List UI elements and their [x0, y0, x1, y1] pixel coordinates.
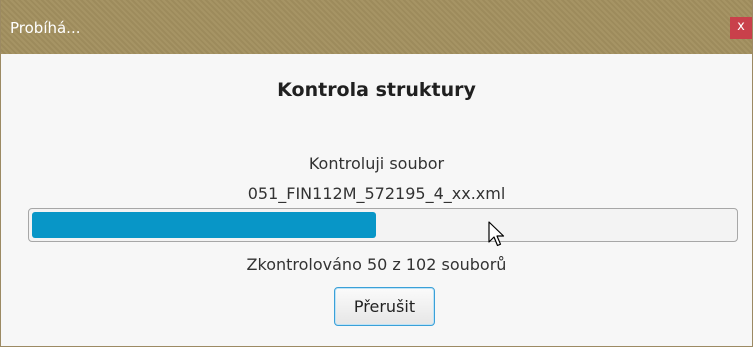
- close-button[interactable]: x: [730, 17, 752, 39]
- progress-dialog-window: Probíhá... x Kontrola struktury Kontrolu…: [0, 0, 753, 347]
- progress-fill: [32, 212, 376, 238]
- window-title: Probíhá...: [10, 19, 81, 37]
- title-bar[interactable]: Probíhá... x: [1, 0, 752, 54]
- abort-button[interactable]: Přerušit: [334, 287, 435, 326]
- progress-track: [32, 212, 734, 238]
- status-line: Kontroluji soubor: [308, 154, 445, 173]
- current-file-name: 051_FIN112M_572195_4_xx.xml: [247, 184, 506, 203]
- dialog-heading: Kontrola struktury: [277, 79, 476, 101]
- progress-counter: Zkontrolováno 50 z 102 souborů: [246, 255, 507, 274]
- dialog-content: Kontrola struktury Kontroluji soubor 051…: [1, 54, 752, 346]
- progress-bar: [28, 208, 738, 242]
- mouse-pointer-icon: [488, 221, 505, 247]
